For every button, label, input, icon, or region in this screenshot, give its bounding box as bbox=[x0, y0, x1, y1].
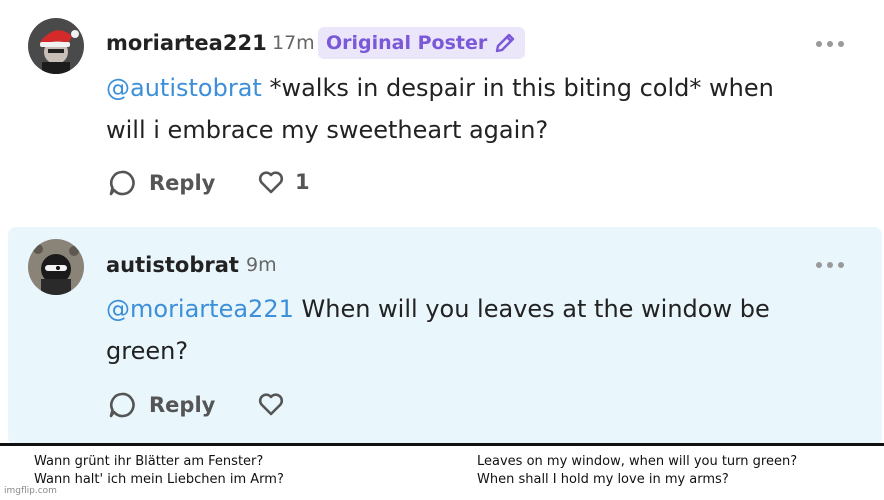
comment-text-line1: *walks in despair in this biting cold* w… bbox=[261, 74, 774, 102]
like-button[interactable] bbox=[257, 390, 285, 418]
reply-label: Reply bbox=[149, 393, 216, 417]
pencil-icon bbox=[496, 33, 515, 53]
heart-icon bbox=[258, 393, 284, 416]
like-count: 1 bbox=[295, 170, 310, 194]
reply-label: Reply bbox=[149, 171, 216, 195]
comment-body: @moriartea221 When will you leaves at th… bbox=[106, 288, 770, 372]
username[interactable]: autistobrat bbox=[106, 253, 239, 277]
caption-english-line2: When shall I hold my love in my arms? bbox=[477, 472, 729, 487]
badge-label: Original Poster bbox=[326, 32, 488, 54]
caption-german-line2: Wann halt' ich mein Liebchen im Arm? bbox=[34, 472, 284, 487]
reply-button[interactable]: Reply bbox=[107, 390, 215, 420]
more-options-icon[interactable] bbox=[816, 41, 844, 47]
caption-german-line1: Wann grünt ihr Blätter am Fenster? bbox=[34, 454, 264, 469]
comment-text-line1: When will you leaves at the window be bbox=[293, 295, 770, 323]
timestamp: 17m bbox=[272, 32, 315, 54]
caption-english: Leaves on my window, when will you turn … bbox=[477, 453, 797, 489]
comment-body: @autistobrat *walks in despair in this b… bbox=[106, 67, 774, 151]
more-options-icon[interactable] bbox=[816, 262, 844, 268]
caption-divider bbox=[0, 443, 884, 446]
timestamp: 9m bbox=[246, 254, 277, 276]
caption-english-line1: Leaves on my window, when will you turn … bbox=[477, 454, 798, 469]
comment-text-line2: will i embrace my sweetheart again? bbox=[106, 116, 549, 144]
caption-german: Wann grünt ihr Blätter am Fenster? Wann … bbox=[34, 453, 284, 489]
reply-button[interactable]: Reply bbox=[107, 168, 215, 198]
comment-autistobrat: autistobrat 9m @moriartea221 When will y… bbox=[8, 227, 882, 445]
heart-icon bbox=[258, 171, 284, 194]
avatar-autistobrat[interactable] bbox=[28, 239, 84, 295]
mention-link[interactable]: @autistobrat bbox=[106, 74, 262, 102]
mention-link[interactable]: @moriartea221 bbox=[106, 295, 294, 323]
original-poster-badge: Original Poster bbox=[318, 27, 526, 59]
reply-bubble-icon bbox=[109, 170, 135, 196]
watermark: imgflip.com bbox=[4, 486, 57, 496]
reply-bubble-icon bbox=[109, 392, 135, 418]
like-button[interactable]: 1 bbox=[257, 168, 310, 196]
comment-text-line2: green? bbox=[106, 337, 189, 365]
comment-moriartea221: moriartea221 17m Original Poster @autist… bbox=[0, 0, 884, 220]
username[interactable]: moriartea221 bbox=[106, 31, 267, 55]
avatar-moriartea221[interactable] bbox=[28, 18, 84, 74]
